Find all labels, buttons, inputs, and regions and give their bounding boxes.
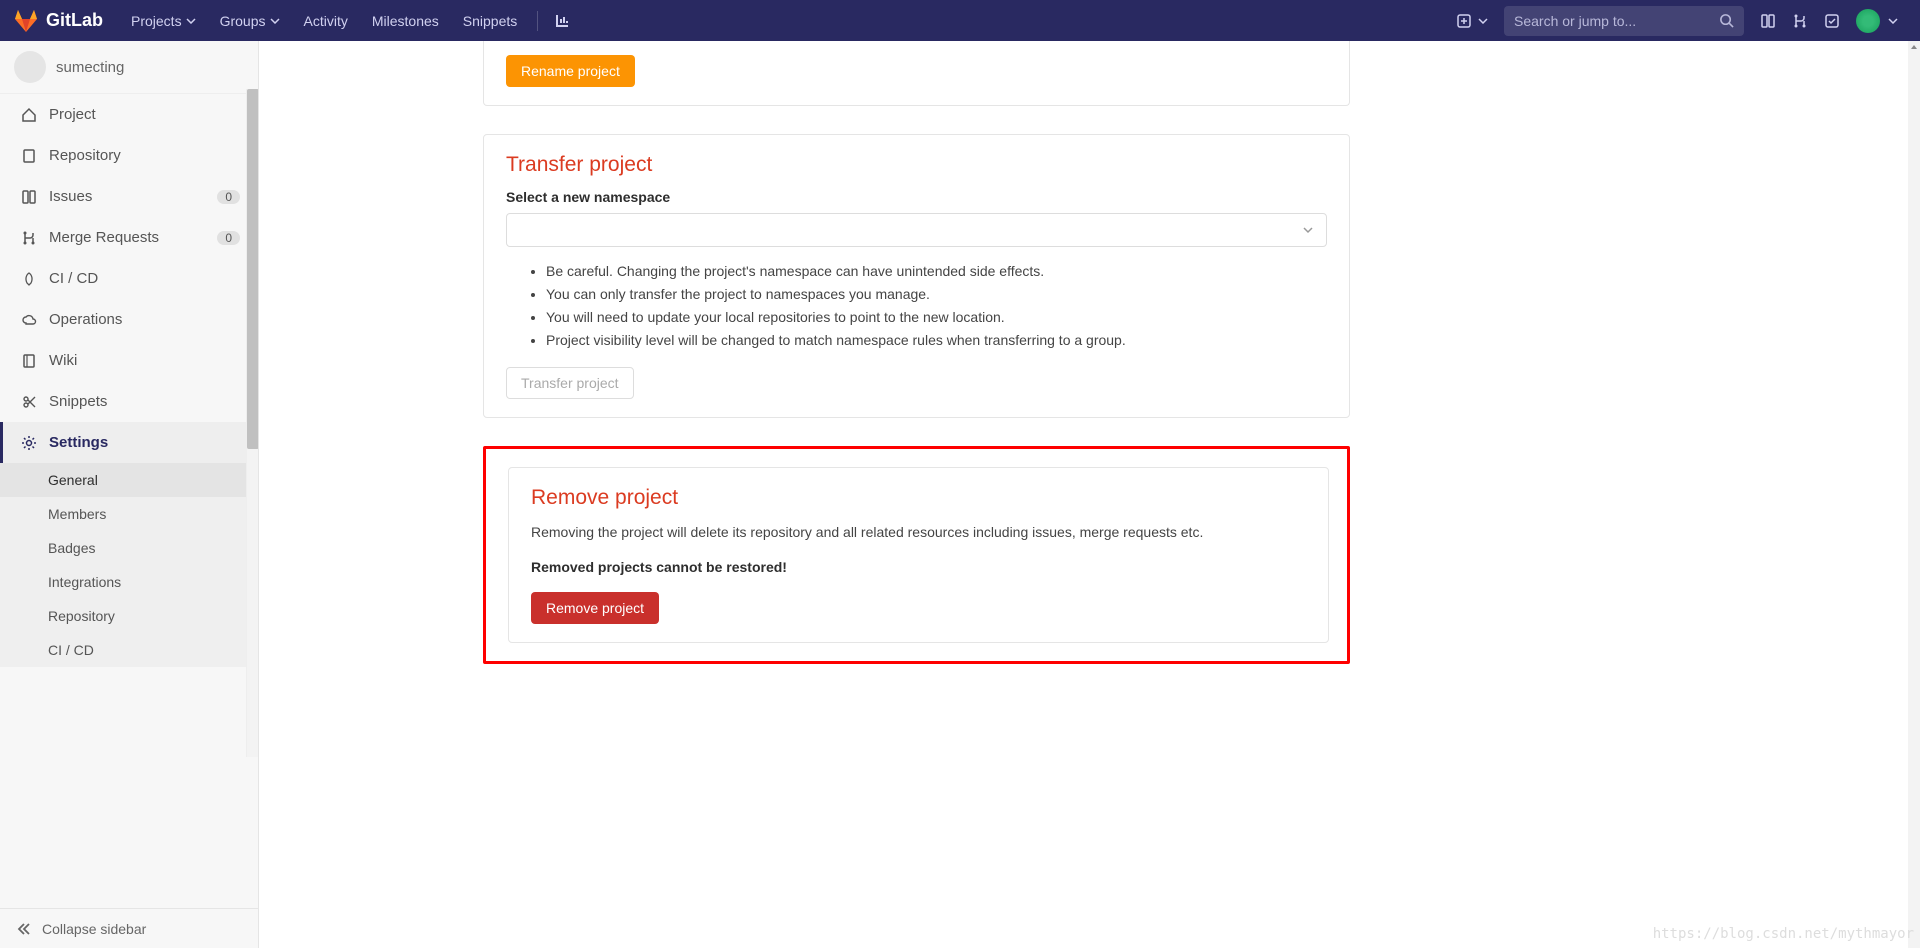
settings-sub-members[interactable]: Members — [0, 497, 258, 531]
sidebar-item-settings[interactable]: Settings — [0, 422, 258, 463]
project-name: sumecting — [56, 59, 124, 76]
chevron-down-icon — [186, 18, 196, 24]
nav-groups[interactable]: Groups — [208, 3, 292, 39]
sidebar-project-header[interactable]: sumecting — [0, 41, 258, 94]
issues-shortcut-icon[interactable] — [1752, 5, 1784, 37]
count-badge: 0 — [217, 190, 240, 204]
top-navbar: GitLab Projects Groups Activity Mileston… — [0, 0, 1920, 41]
sidebar-item-snippets[interactable]: Snippets — [0, 381, 258, 422]
remove-project-panel: Remove project Removing the project will… — [508, 467, 1329, 643]
chevron-down-icon — [270, 18, 280, 24]
nav-snippets[interactable]: Snippets — [451, 3, 529, 39]
plus-icon — [1456, 13, 1472, 29]
transfer-project-panel: Transfer project Select a new namespace … — [483, 134, 1350, 418]
collapse-sidebar[interactable]: Collapse sidebar — [0, 908, 258, 948]
sidebar-item-ci-cd[interactable]: CI / CD — [0, 258, 258, 299]
sidebar-item-project[interactable]: Project — [0, 94, 258, 135]
home-icon — [21, 107, 37, 123]
main-content: Rename project Transfer project Select a… — [259, 41, 1920, 948]
transfer-warning-item: You can only transfer the project to nam… — [546, 284, 1327, 305]
file-icon — [21, 148, 37, 164]
merge-icon — [21, 230, 37, 246]
select-namespace-label: Select a new namespace — [506, 189, 1327, 205]
settings-sub-general[interactable]: General — [0, 463, 258, 497]
remove-description: Removing the project will delete its rep… — [531, 522, 1306, 543]
namespace-dropdown[interactable] — [506, 213, 1327, 247]
sidebar-item-operations[interactable]: Operations — [0, 299, 258, 340]
sidebar-item-label: Project — [49, 106, 96, 123]
transfer-warning-item: Project visibility level will be changed… — [546, 330, 1327, 351]
remove-title: Remove project — [531, 486, 1306, 510]
sidebar-item-merge-requests[interactable]: Merge Requests 0 — [0, 217, 258, 258]
chart-icon[interactable] — [546, 5, 578, 37]
sidebar-item-repository[interactable]: Repository — [0, 135, 258, 176]
rename-project-panel: Rename project — [483, 41, 1350, 106]
sidebar-item-label: Repository — [49, 147, 121, 164]
watermark: https://blog.csdn.net/mythmayor — [1653, 926, 1914, 942]
rocket-icon — [21, 271, 37, 287]
board-icon — [21, 189, 37, 205]
sidebar-item-label: Operations — [49, 311, 122, 328]
nav-links: Projects Groups Activity Milestones Snip… — [119, 3, 578, 39]
todos-icon[interactable] — [1816, 5, 1848, 37]
project-avatar — [14, 51, 46, 83]
scissors-icon — [21, 394, 37, 410]
sidebar-item-label: CI / CD — [49, 270, 98, 287]
sidebar-item-label: Merge Requests — [49, 229, 159, 246]
settings-sub-badges[interactable]: Badges — [0, 531, 258, 565]
sidebar-item-wiki[interactable]: Wiki — [0, 340, 258, 381]
count-badge: 0 — [217, 231, 240, 245]
sidebar-item-label: Snippets — [49, 393, 107, 410]
settings-sub-ci-cd[interactable]: CI / CD — [0, 633, 258, 667]
remove-project-highlight: Remove project Removing the project will… — [483, 446, 1350, 664]
transfer-warning-item: You will need to update your local repos… — [546, 307, 1327, 328]
gear-icon — [21, 435, 37, 451]
gitlab-logo-icon — [14, 9, 38, 33]
brand[interactable]: GitLab — [14, 9, 103, 33]
transfer-title: Transfer project — [506, 153, 1327, 177]
search-icon — [1719, 13, 1734, 28]
sidebar-item-issues[interactable]: Issues 0 — [0, 176, 258, 217]
rename-project-button[interactable]: Rename project — [506, 55, 635, 87]
remove-warning: Removed projects cannot be restored! — [531, 557, 1306, 578]
sidebar: sumecting ProjectRepositoryIssues0Merge … — [0, 41, 259, 948]
chevron-down-icon — [1478, 18, 1488, 24]
transfer-warning-item: Be careful. Changing the project's names… — [546, 261, 1327, 282]
chevron-down-icon — [1888, 18, 1898, 24]
search-box[interactable] — [1504, 6, 1744, 36]
settings-sub-repository[interactable]: Repository — [0, 599, 258, 633]
user-menu[interactable] — [1848, 1, 1906, 41]
sidebar-item-label: Issues — [49, 188, 92, 205]
divider — [537, 11, 538, 31]
sidebar-item-label: Wiki — [49, 352, 77, 369]
avatar — [1856, 9, 1880, 33]
nav-activity[interactable]: Activity — [292, 3, 360, 39]
merge-requests-shortcut-icon[interactable] — [1784, 5, 1816, 37]
transfer-warnings-list: Be careful. Changing the project's names… — [546, 261, 1327, 351]
book-icon — [21, 353, 37, 369]
chevron-double-left-icon — [16, 921, 32, 937]
settings-submenu: GeneralMembersBadgesIntegrationsReposito… — [0, 463, 258, 667]
remove-project-button[interactable]: Remove project — [531, 592, 659, 624]
chevron-down-icon — [1302, 226, 1314, 234]
search-input[interactable] — [1514, 13, 1719, 29]
transfer-project-button[interactable]: Transfer project — [506, 367, 634, 399]
cloud-icon — [21, 312, 37, 328]
settings-sub-integrations[interactable]: Integrations — [0, 565, 258, 599]
nav-projects[interactable]: Projects — [119, 3, 208, 39]
nav-milestones[interactable]: Milestones — [360, 3, 451, 39]
sidebar-scrollbar[interactable] — [246, 89, 258, 757]
plus-dropdown[interactable] — [1450, 7, 1494, 35]
sidebar-item-label: Settings — [49, 434, 108, 451]
brand-text: GitLab — [46, 10, 103, 31]
